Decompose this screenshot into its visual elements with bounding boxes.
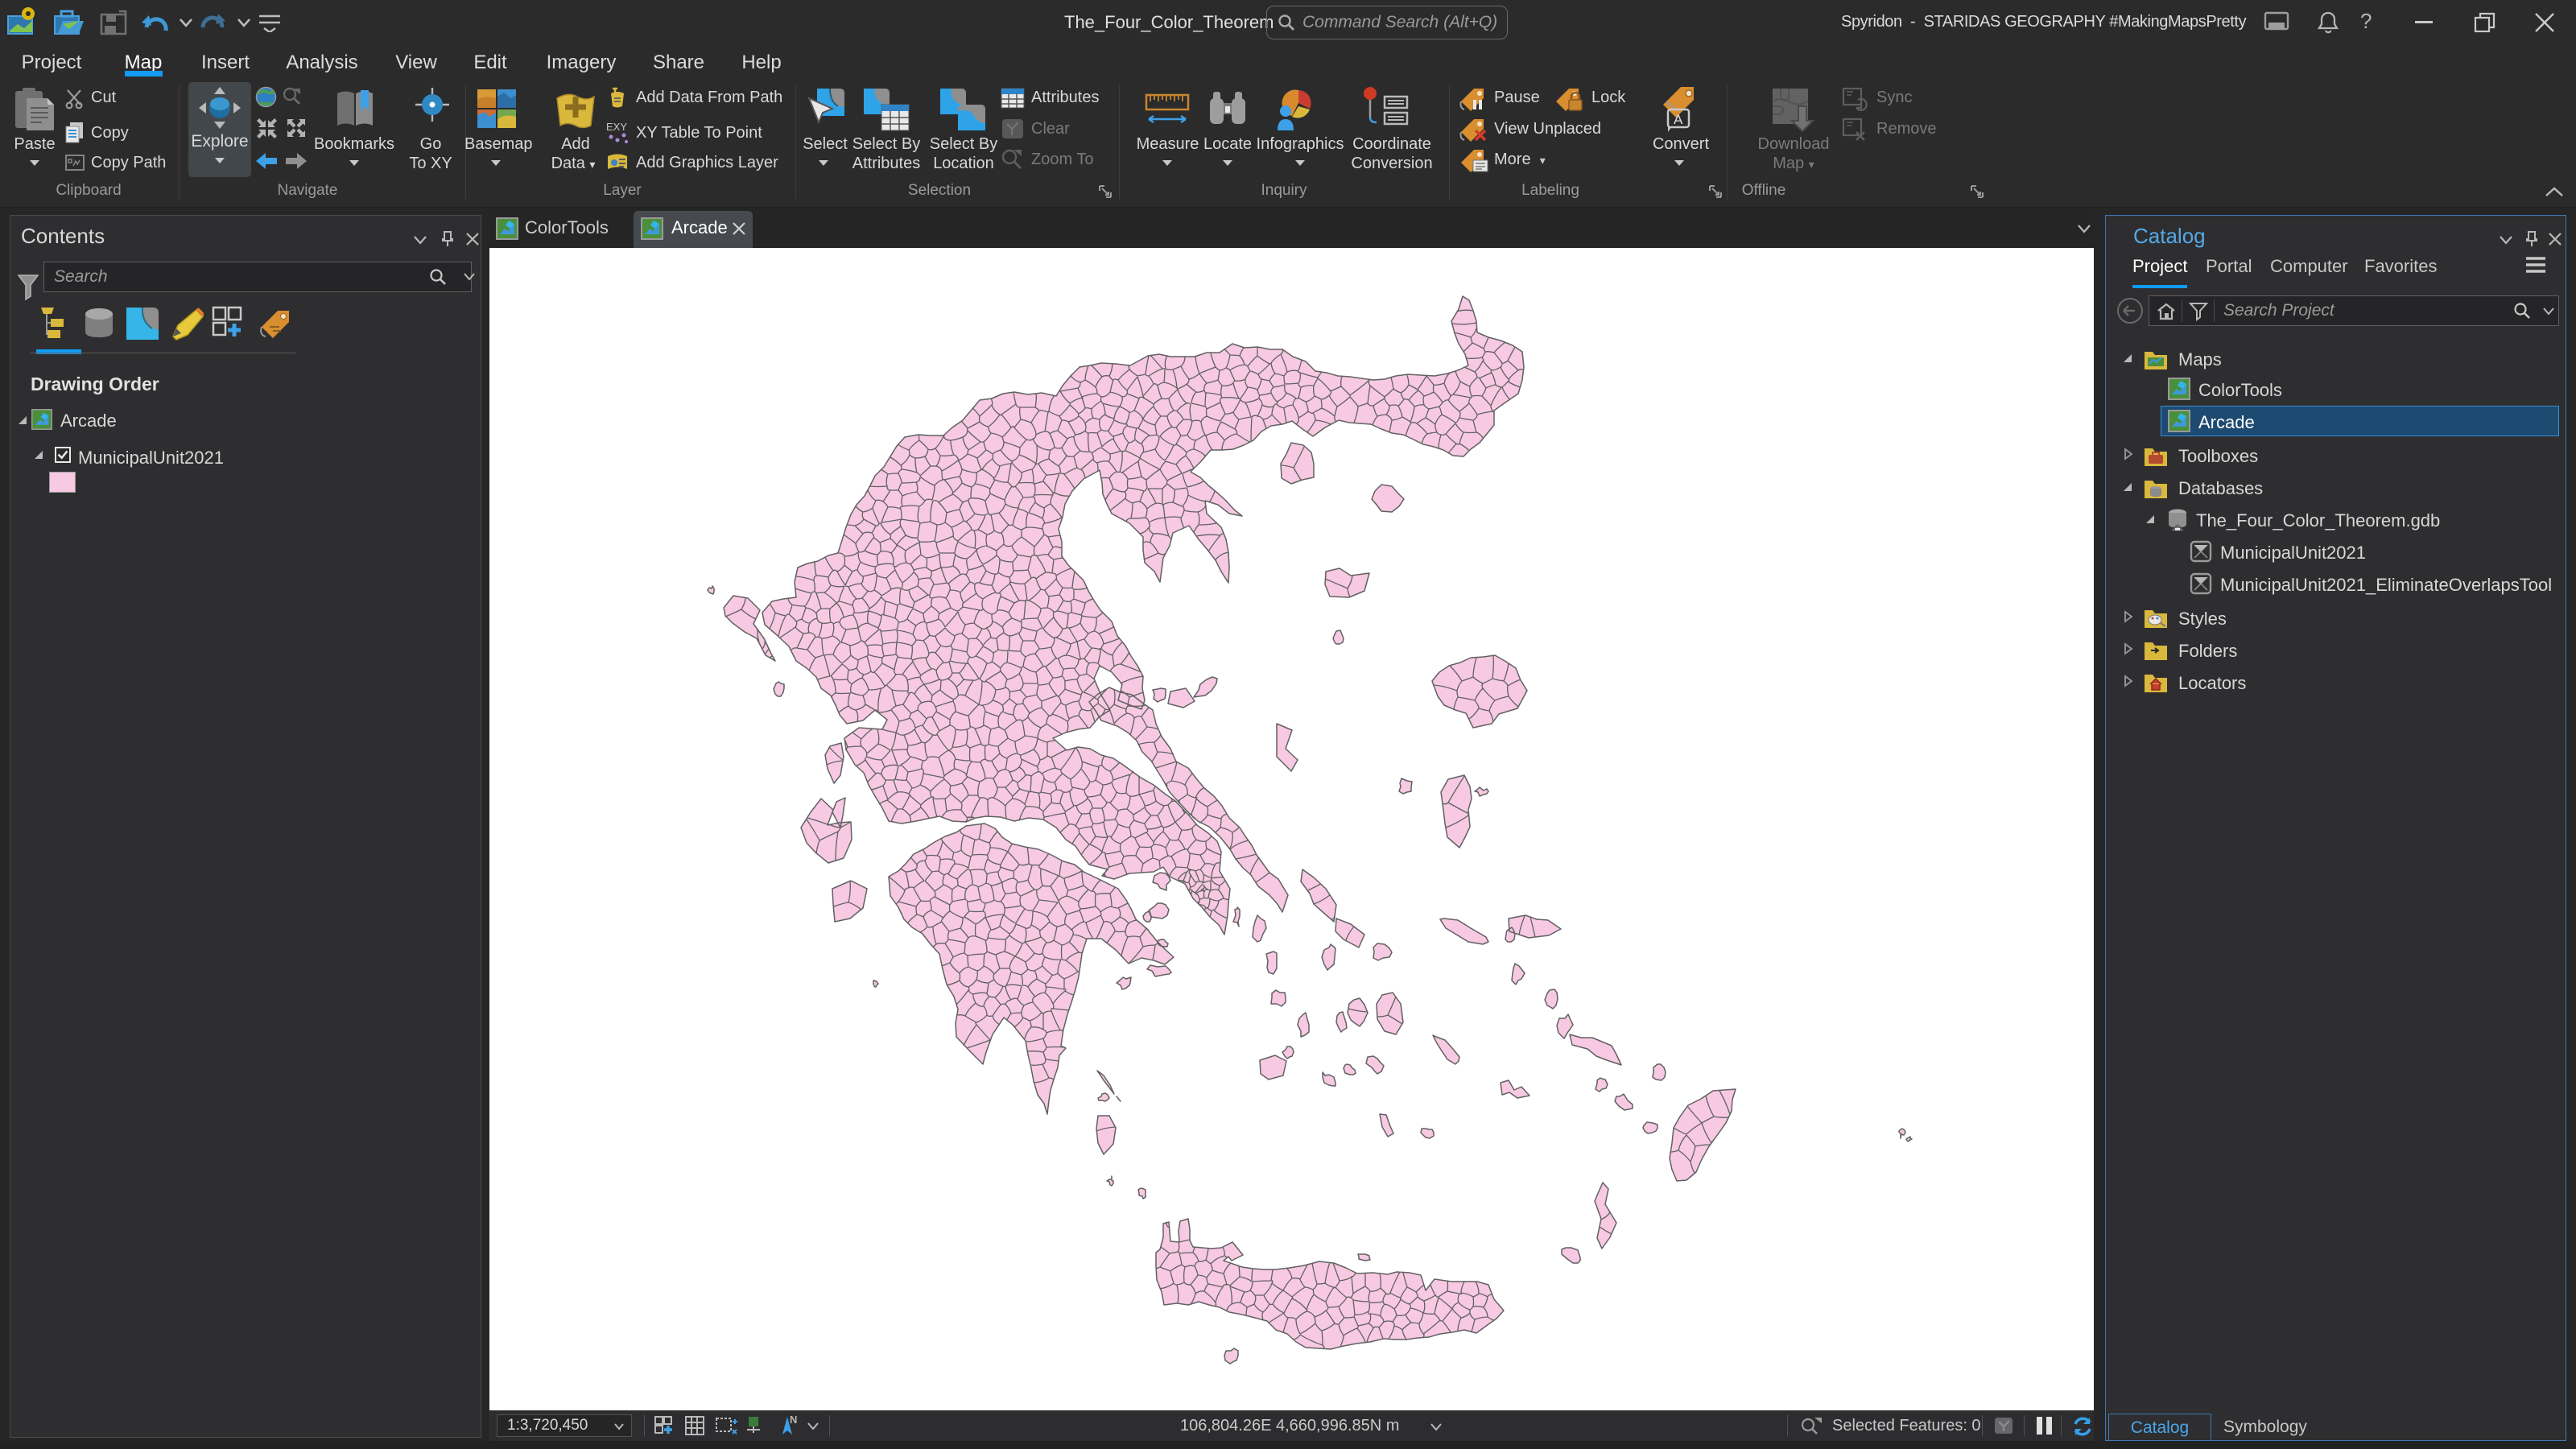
svg-text:N: N: [790, 1414, 797, 1426]
svg-text:A: A: [1674, 112, 1683, 127]
svg-text:EXY: EXY: [606, 121, 627, 133]
